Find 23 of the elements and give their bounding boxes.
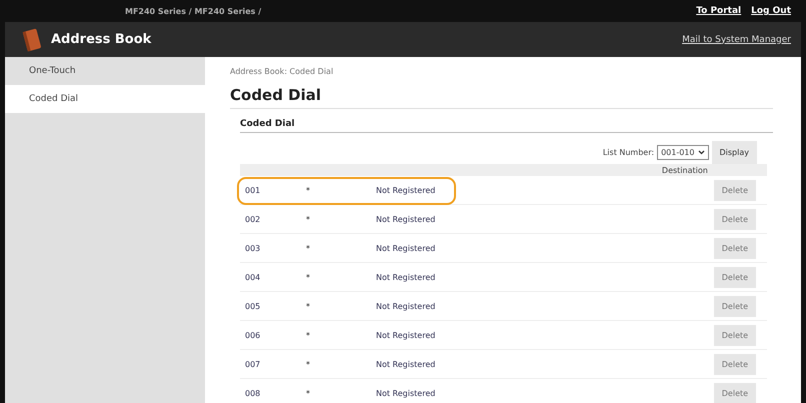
list-number-dropdown[interactable]: 001-010 [657,145,708,160]
sidebar-item[interactable]: One-Touch [5,57,205,85]
header-link[interactable]: Log Out [751,6,791,16]
type-cell: * [306,272,310,282]
list-number-label: List Number: [602,148,654,157]
section-title: Coded Dial [240,119,773,133]
type-cell: * [306,360,310,368]
column-header: Destination [656,164,714,176]
app-title: Address Book [51,32,152,47]
page-title: Coded Dial [230,86,773,109]
type-cell: * [306,186,310,194]
header-link[interactable]: To Portal [696,6,742,16]
breadcrumb-path: MF240 Series / MF240 Series / [125,6,262,16]
type-cell: * [306,244,310,252]
type-cell: * [306,214,310,224]
type-cell: * [306,330,310,340]
mail-link[interactable]: Mail to System Manager [682,34,791,44]
type-cell: * [306,388,310,398]
chevron-down-icon [698,150,704,155]
breadcrumb: Address Book: Coded Dial [230,67,334,76]
sidebar-item[interactable]: Coded Dial [5,85,205,113]
display-button[interactable]: Display [712,141,757,164]
type-cell: * [306,302,310,310]
